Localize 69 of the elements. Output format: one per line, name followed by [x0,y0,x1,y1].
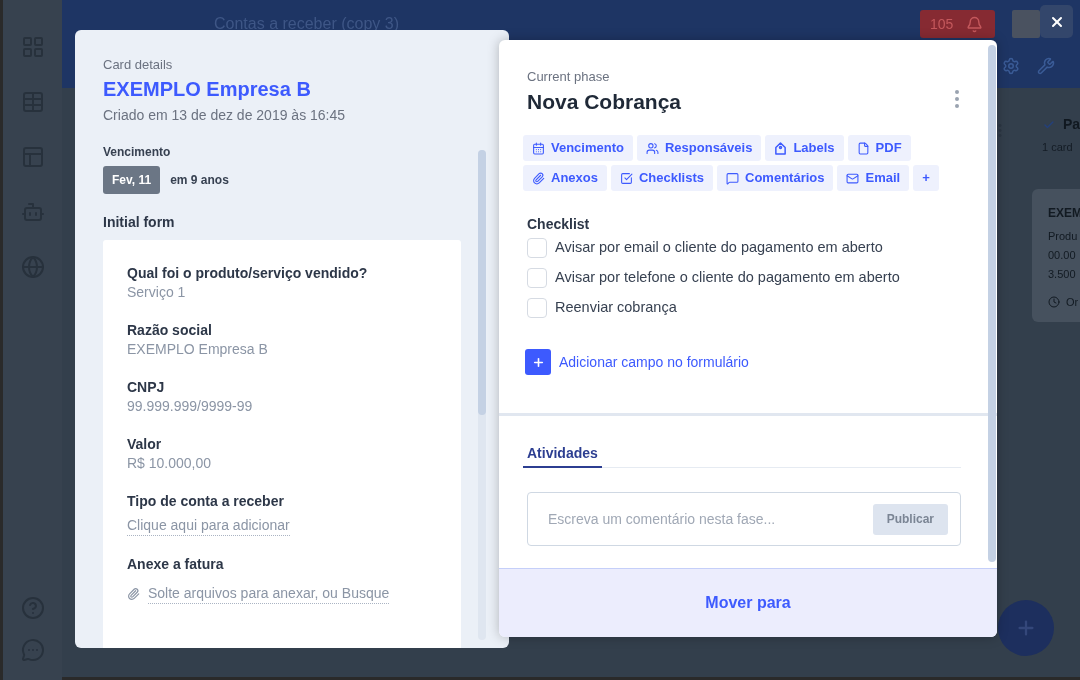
bell-icon [966,15,983,33]
due-label: Vencimento [103,144,171,160]
action-button[interactable]: Vencimento [523,135,633,161]
action-button[interactable]: Responsáveis [636,135,762,161]
add-button[interactable] [998,600,1054,656]
field-label: Qual foi o produto/serviço vendido? [127,264,368,283]
plus-icon [531,355,545,369]
checklist-title: Checklist [527,215,590,233]
field-label: Valor [127,435,162,454]
checklist-item-label: Reenviar cobrança [555,298,677,318]
paperclip-icon [532,171,545,185]
scrollbar-thumb[interactable] [988,45,996,562]
phase-title: Nova Cobrança [527,89,682,115]
card-text: Produ [1048,228,1078,244]
envelope-icon [846,171,860,185]
calendar-icon [532,141,545,155]
tag-icon [774,141,788,155]
file-upload-link[interactable]: Solte arquivos para anexar, ou Busque [148,584,390,604]
card-text: 00.00 [1048,247,1076,263]
card-text: 3.500 [1048,266,1076,282]
due-date-badge[interactable]: Fev, 11 [103,166,161,194]
checkbox[interactable] [527,298,547,318]
card-text: Or [1066,294,1079,310]
add-field-button[interactable] [525,349,551,375]
kebab-menu-icon[interactable] [998,124,1002,137]
checklist-item-label: Avisar por telefone o cliente do pagamento em aberto [555,268,900,288]
checkbox[interactable] [527,238,547,258]
people-icon [645,141,659,155]
speech-bubble-icon [726,171,739,185]
publish-button[interactable]: Publicar [872,503,948,535]
add-field-link[interactable]: Adicionar campo no formulário [559,351,749,373]
scrollbar-thumb[interactable] [478,150,486,415]
field-label: CNPJ [127,378,165,397]
action-button[interactable]: Comentários [717,165,834,191]
settings-icon[interactable] [1002,57,1020,75]
clock-icon [1048,295,1060,308]
due-relative: em 9 anos [170,172,229,189]
add-action-button[interactable]: + [913,165,939,191]
field-value: R$ 10.000,00 [127,454,212,473]
field-value: 99.999.999/9999-99 [127,397,253,416]
field-value: Serviço 1 [127,283,186,302]
check-icon [1043,118,1055,131]
field-value: EXEMPLO Empresa B [127,340,268,359]
panel-heading: Card details [103,57,173,73]
add-value-link[interactable]: Clique aqui para adicionar [127,516,290,536]
action-button[interactable]: PDF [847,135,911,161]
scrollbar[interactable] [478,150,486,640]
action-button[interactable]: Anexos [523,165,607,191]
close-button[interactable] [1040,5,1073,38]
card-title: EXEMPLO Empresa B [103,77,311,102]
action-button[interactable]: Labels [765,135,844,161]
paperclip-icon [127,587,140,601]
move-to-button[interactable]: Mover para [499,568,997,637]
file-icon [856,141,870,155]
checkbox-icon [619,171,633,185]
wrench-icon[interactable] [1037,57,1055,75]
field-label: Tipo de conta a receber [127,492,284,511]
kebab-menu-icon[interactable] [955,90,959,108]
field-label: Razão social [127,321,212,340]
comment-box[interactable]: Escreva um comentário nesta fase... Publicar [527,492,961,546]
created-date: Criado em 13 de dez de 2019 às 16:45 [103,106,346,124]
field-label: Anexe a fatura [127,555,224,574]
checkbox[interactable] [527,268,547,288]
checklist-item-label: Avisar por email o cliente do pagamento em aberto [555,238,883,258]
tab[interactable]: Atividades [523,444,602,468]
action-button[interactable]: Email [837,165,910,191]
form-title: Initial form [103,213,175,231]
phase-heading: Current phase [527,69,610,85]
action-button[interactable]: Checklists [610,165,713,191]
